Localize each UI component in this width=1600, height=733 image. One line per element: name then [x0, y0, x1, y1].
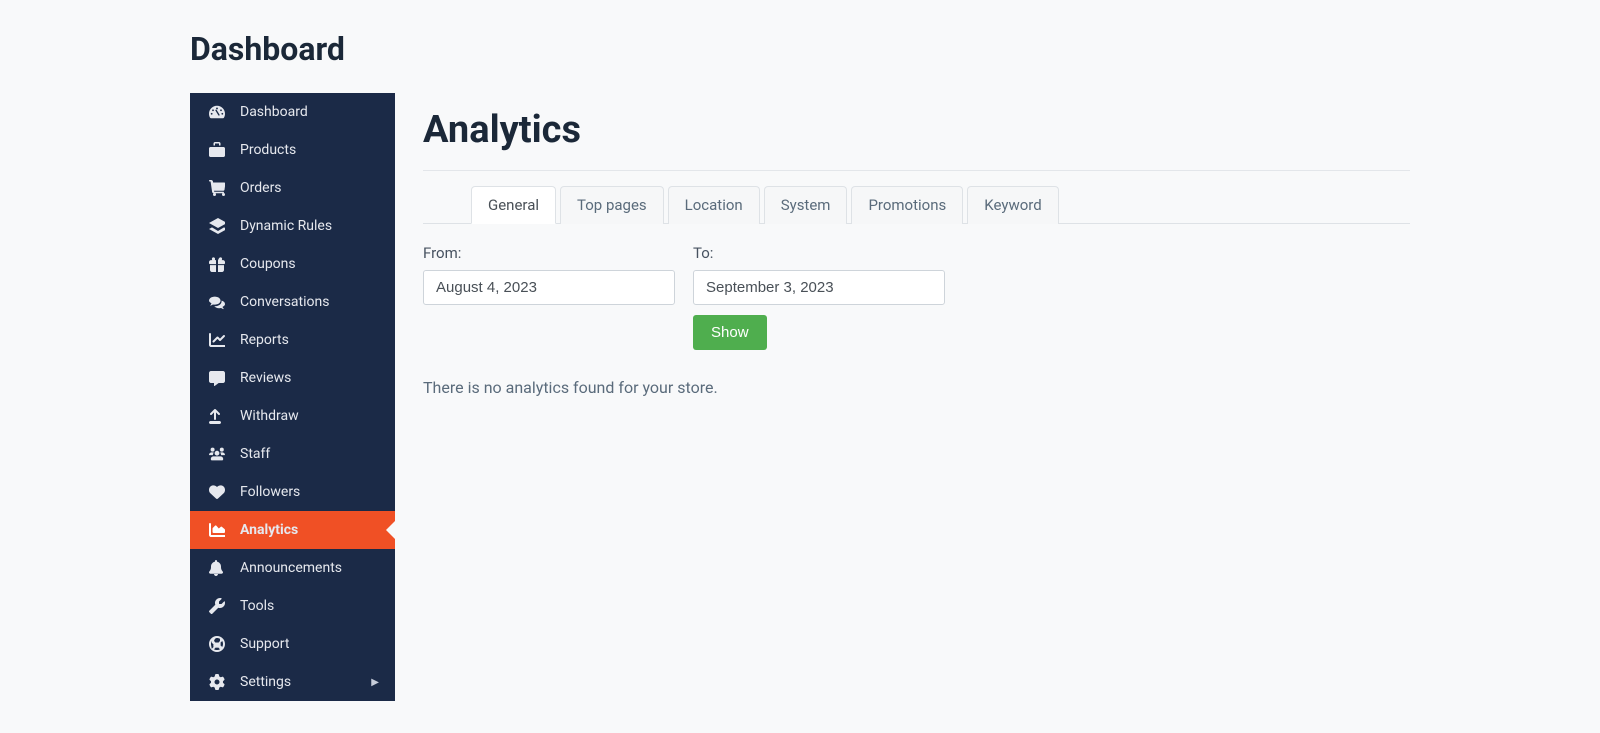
tab-system[interactable]: System [764, 186, 848, 224]
from-date-input[interactable] [423, 270, 675, 305]
sidebar-nav: Dashboard Products Orders Dynamic Rules Coup… [190, 93, 395, 701]
sidebar-item-label: Withdraw [240, 408, 299, 424]
sidebar-item-label: Analytics [240, 522, 298, 538]
gear-icon [206, 674, 228, 690]
sidebar-item-label: Coupons [240, 256, 296, 272]
sidebar-item-announcements[interactable]: Announcements [190, 549, 395, 587]
sidebar-item-dynamic-rules[interactable]: Dynamic Rules [190, 207, 395, 245]
upload-icon [206, 408, 228, 424]
sidebar-item-label: Support [240, 636, 289, 652]
heart-icon [206, 484, 228, 500]
sidebar-item-conversations[interactable]: Conversations [190, 283, 395, 321]
chevron-right-icon: ▶ [371, 677, 379, 688]
life-ring-icon [206, 636, 228, 652]
sidebar-item-settings[interactable]: Settings ▶ [190, 663, 395, 701]
analytics-heading: Analytics [423, 108, 1410, 152]
cart-icon [206, 180, 228, 196]
sidebar-item-label: Orders [240, 180, 282, 196]
sidebar-item-label: Products [240, 142, 296, 158]
tab-general[interactable]: General [471, 186, 556, 224]
from-field-group: From: [423, 244, 675, 350]
sidebar-item-withdraw[interactable]: Withdraw [190, 397, 395, 435]
tab-promotions[interactable]: Promotions [851, 186, 963, 224]
sidebar-item-label: Dashboard [240, 104, 308, 120]
sidebar-item-followers[interactable]: Followers [190, 473, 395, 511]
sidebar-item-label: Settings [240, 674, 291, 690]
analytics-tabs: GeneralTop pagesLocationSystemPromotions… [423, 185, 1410, 224]
sidebar-item-label: Dynamic Rules [240, 218, 332, 234]
sidebar-item-label: Staff [240, 446, 270, 462]
briefcase-icon [206, 142, 228, 158]
gift-icon [206, 256, 228, 272]
layers-icon [206, 218, 228, 234]
sidebar-item-label: Reviews [240, 370, 291, 386]
date-filters: From: To: Show [423, 244, 1410, 350]
sidebar-item-label: Followers [240, 484, 300, 500]
page-title: Dashboard [190, 30, 1410, 68]
divider [423, 170, 1410, 171]
chart-line-icon [206, 332, 228, 348]
show-button[interactable]: Show [693, 315, 767, 350]
sidebar-item-coupons[interactable]: Coupons [190, 245, 395, 283]
sidebar-item-analytics[interactable]: Analytics [190, 511, 395, 549]
bell-icon [206, 560, 228, 576]
sidebar-item-orders[interactable]: Orders [190, 169, 395, 207]
tab-top-pages[interactable]: Top pages [560, 186, 664, 224]
sidebar-item-label: Tools [240, 598, 274, 614]
wrench-icon [206, 598, 228, 614]
sidebar-item-reports[interactable]: Reports [190, 321, 395, 359]
to-label: To: [693, 244, 945, 262]
gauge-icon [206, 104, 228, 120]
to-date-input[interactable] [693, 270, 945, 305]
sidebar-item-dashboard[interactable]: Dashboard [190, 93, 395, 131]
from-label: From: [423, 244, 675, 262]
to-field-group: To: Show [693, 244, 945, 350]
main-content: Analytics GeneralTop pagesLocationSystem… [395, 93, 1410, 397]
sidebar-item-label: Conversations [240, 294, 329, 310]
tab-keyword[interactable]: Keyword [967, 186, 1058, 224]
sidebar-item-label: Reports [240, 332, 289, 348]
empty-state-message: There is no analytics found for your sto… [423, 378, 1410, 397]
chat-icon [206, 294, 228, 310]
sidebar-item-label: Announcements [240, 560, 342, 576]
sidebar-item-staff[interactable]: Staff [190, 435, 395, 473]
sidebar-item-reviews[interactable]: Reviews [190, 359, 395, 397]
chart-area-icon [206, 522, 228, 538]
sidebar-item-products[interactable]: Products [190, 131, 395, 169]
review-icon [206, 370, 228, 386]
users-icon [206, 446, 228, 462]
tab-location[interactable]: Location [668, 186, 760, 224]
sidebar-item-support[interactable]: Support [190, 625, 395, 663]
sidebar-item-tools[interactable]: Tools [190, 587, 395, 625]
